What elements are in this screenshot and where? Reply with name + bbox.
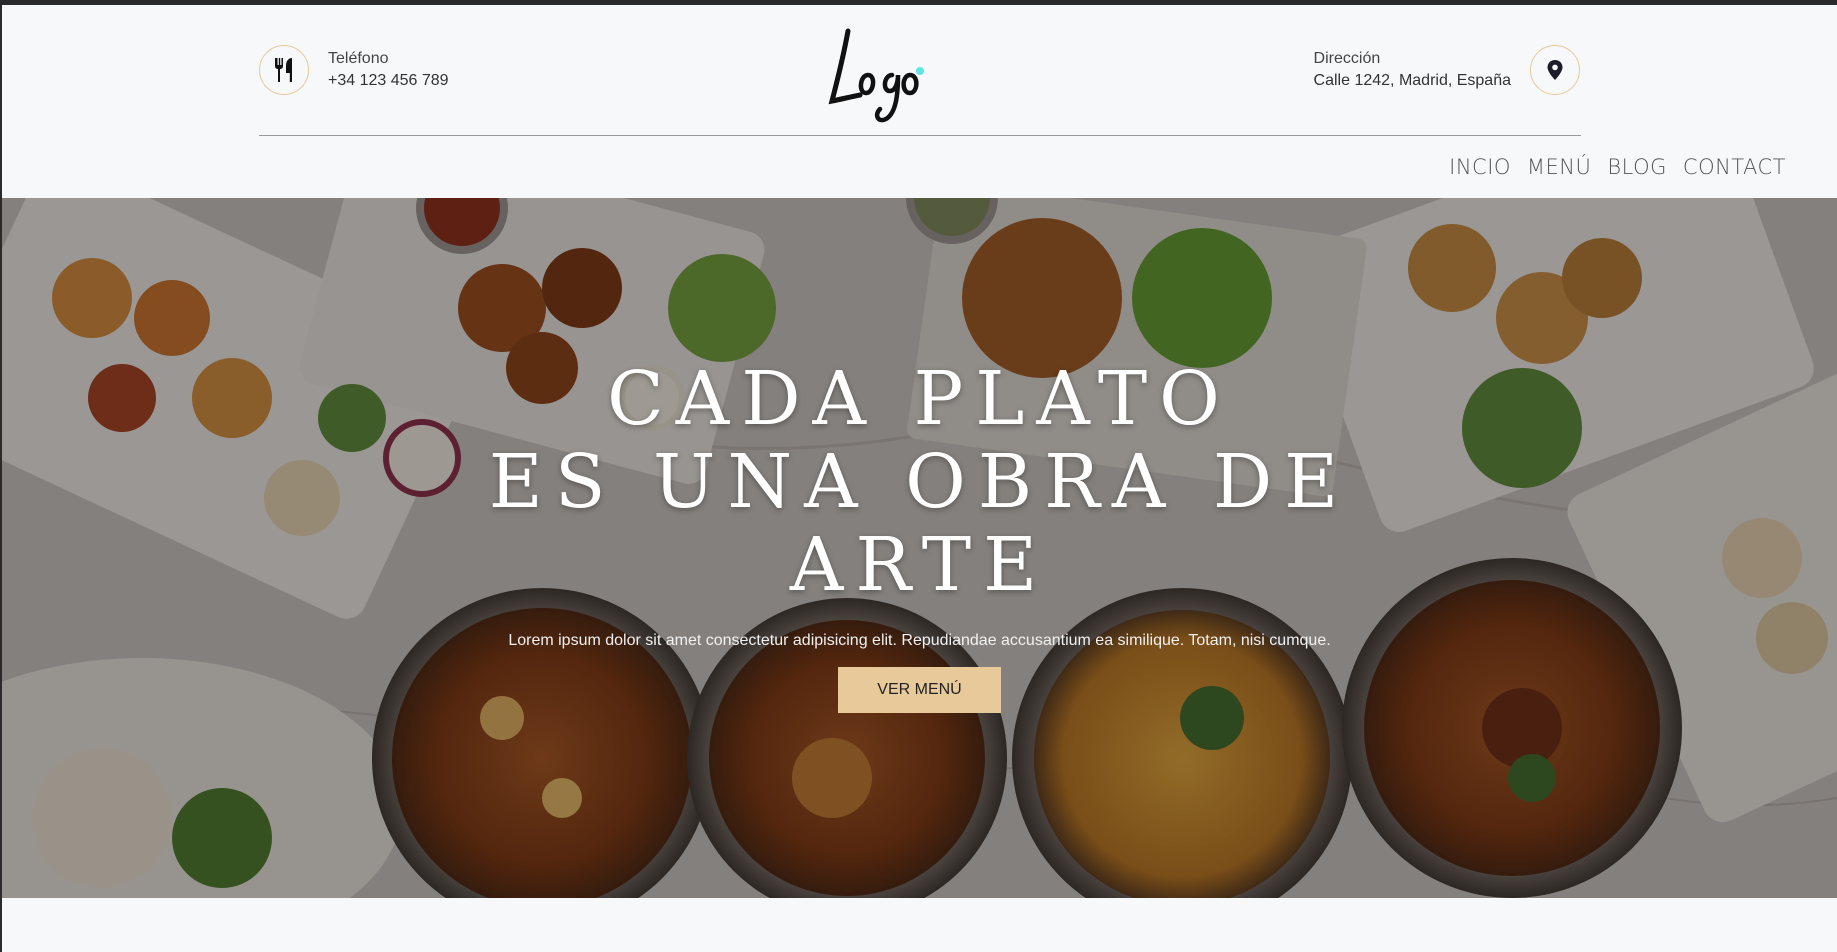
cutlery-icon [259,45,309,95]
page: Teléfono +34 123 456 789 Dirección Calle… [2,5,1837,952]
nav-item-inicio[interactable]: INCIO [1449,155,1511,179]
hero-title-line-3: ARTE [789,522,1050,608]
phone-label: Teléfono [328,50,389,67]
site-logo[interactable] [828,23,938,123]
hero-title-line-1: CADA PLATO [607,356,1232,442]
hero-title-line-2: ES UNA OBRA DE [488,439,1351,525]
address-block: Dirección Calle 1242, Madrid, España [1314,45,1580,95]
main-nav: INCIO MENÚ BLOG CONTACT [1433,155,1786,179]
header-divider [259,135,1581,136]
phone-value[interactable]: +34 123 456 789 [328,70,449,92]
site-header: Teléfono +34 123 456 789 Dirección Calle… [2,5,1837,197]
phone-block: Teléfono +34 123 456 789 [259,45,449,95]
map-pin-icon [1530,45,1580,95]
view-menu-button[interactable]: VER MENÚ [838,667,1001,713]
hero-description: Lorem ipsum dolor sit amet consectetur a… [508,632,1331,649]
nav-item-contact[interactable]: CONTACT [1683,155,1786,179]
hero-content: CADA PLATO ES UNA OBRA DE ARTE Lorem ips… [2,358,1837,713]
hero-title: CADA PLATO ES UNA OBRA DE ARTE [2,358,1837,607]
nav-item-menu[interactable]: MENÚ [1527,155,1591,179]
address-label: Dirección [1313,50,1381,67]
nav-item-blog[interactable]: BLOG [1607,155,1667,179]
hero-section: CADA PLATO ES UNA OBRA DE ARTE Lorem ips… [2,198,1837,898]
address-value[interactable]: Calle 1242, Madrid, España [1314,70,1511,92]
